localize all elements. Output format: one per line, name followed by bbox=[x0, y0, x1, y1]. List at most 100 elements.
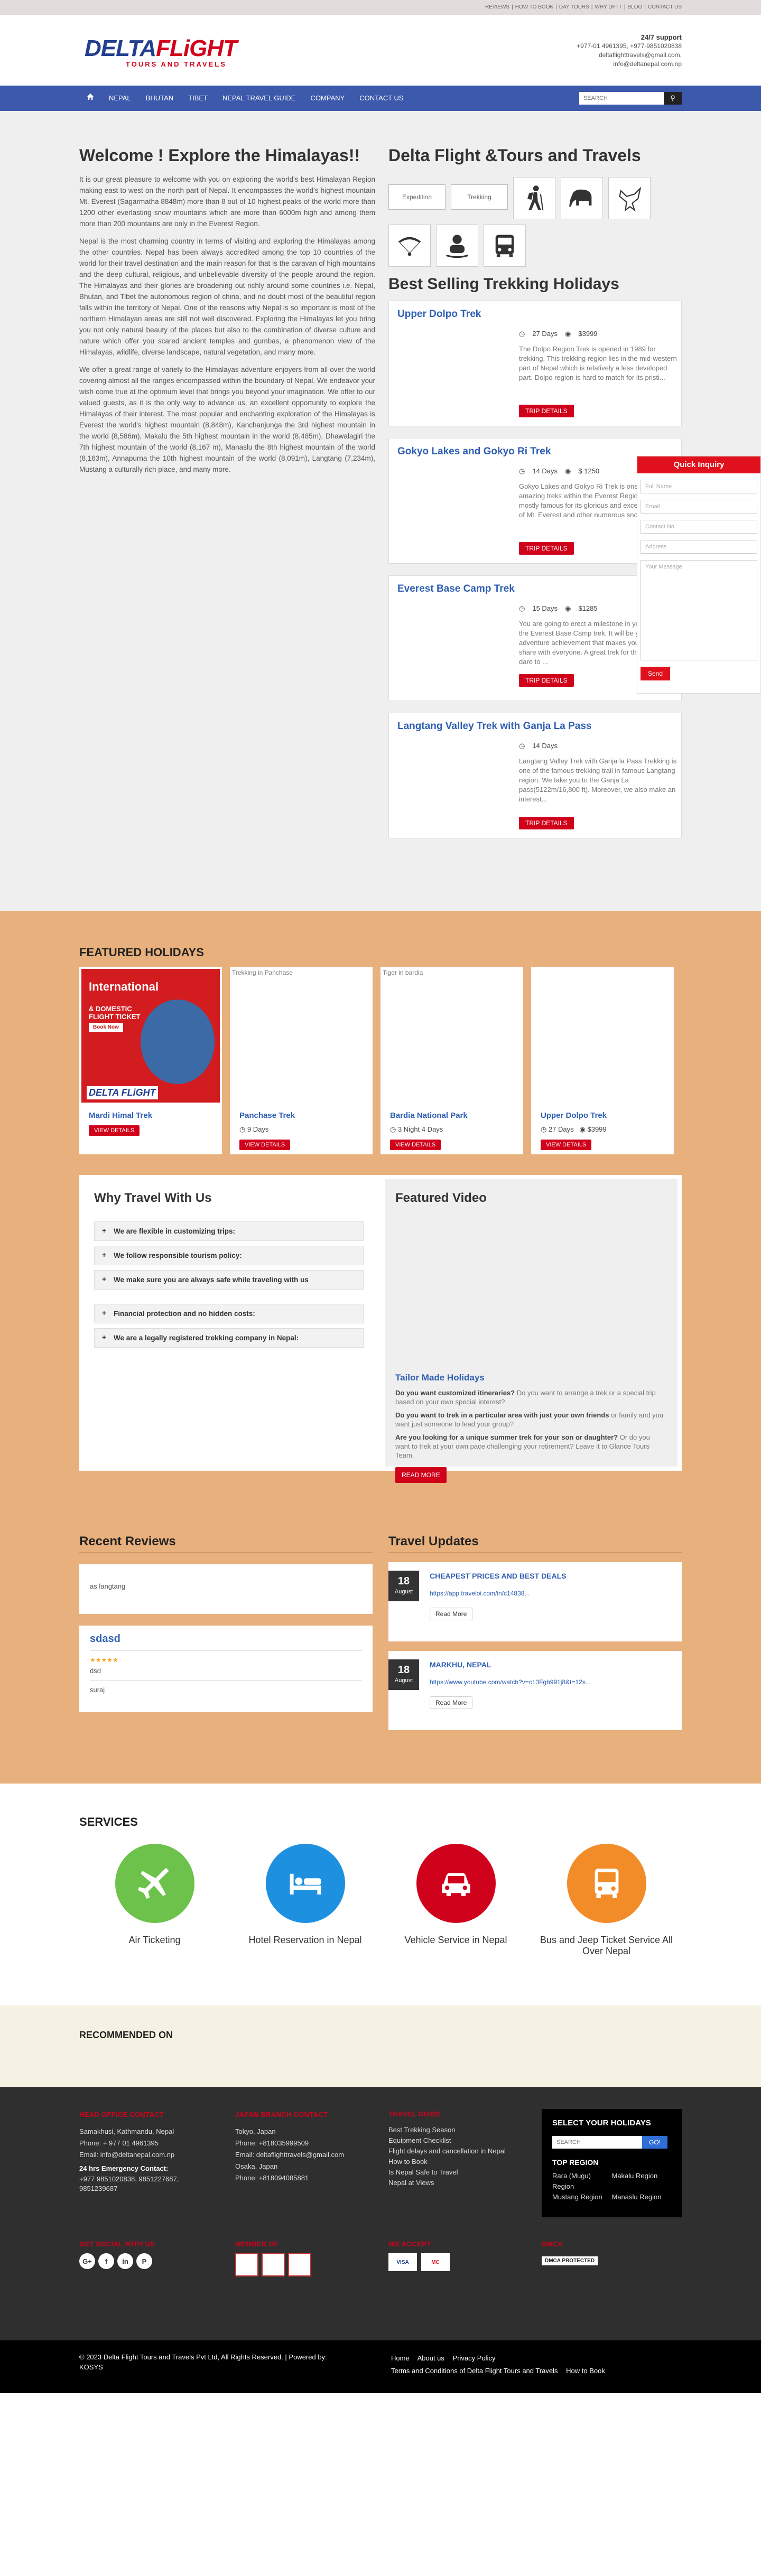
message-field[interactable]: Your Message bbox=[641, 560, 757, 660]
holiday-search-input[interactable] bbox=[552, 2136, 642, 2149]
bottom-link-privacy[interactable]: Privacy Policy bbox=[453, 2354, 496, 2362]
service-air-ticketing[interactable]: Air Ticketing bbox=[79, 1844, 230, 1957]
dmca-badge[interactable]: DMCA PROTECTED bbox=[542, 2256, 598, 2265]
bottom-link-about[interactable]: About us bbox=[417, 2354, 444, 2362]
trek-image[interactable] bbox=[397, 605, 519, 690]
service-hotel[interactable]: Hotel Reservation in Nepal bbox=[230, 1844, 380, 1957]
featured-name[interactable]: Panchase Trek bbox=[239, 1111, 295, 1120]
featured-image[interactable]: Trekking in Panchase bbox=[230, 967, 373, 1102]
update-link[interactable]: https://www.youtube.com/watch?v=c13Fgb99… bbox=[430, 1678, 604, 1686]
head-office-email[interactable]: Email: info@deltanepal.com.np bbox=[79, 2149, 217, 2161]
region-link[interactable]: Rara (Mugu) Region bbox=[552, 2171, 612, 2192]
bus-icon[interactable] bbox=[484, 225, 526, 267]
nav-item-nepal[interactable]: NEPAL bbox=[101, 86, 138, 111]
branch-line[interactable]: Email: deltaflighttravels@gmail.com bbox=[235, 2149, 373, 2161]
pinterest-icon[interactable]: P bbox=[136, 2253, 152, 2269]
featured-image[interactable]: International & DOMESTIC FLIGHT TICKET Bo… bbox=[79, 967, 222, 1103]
update-link[interactable]: https://app.traveloi.com/in/c14838... bbox=[430, 1590, 604, 1597]
rafting-icon[interactable] bbox=[436, 225, 478, 267]
nav-item-bhutan[interactable]: BHUTAN bbox=[138, 86, 181, 111]
guide-link[interactable]: Equipment Checklist bbox=[388, 2135, 531, 2146]
trek-title[interactable]: Everest Base Camp Trek bbox=[397, 583, 673, 595]
top-link-contact[interactable]: CONTACT US bbox=[648, 4, 682, 10]
nav-item-tibet[interactable]: TIBET bbox=[181, 86, 215, 111]
trip-details-button[interactable]: TRIP DETAILS bbox=[519, 817, 574, 829]
featured-image[interactable] bbox=[531, 967, 674, 1102]
member-logo[interactable] bbox=[262, 2253, 285, 2276]
trek-image[interactable] bbox=[397, 468, 519, 553]
nav-item-contact[interactable]: CONTACT US bbox=[352, 86, 411, 111]
hiker-icon[interactable] bbox=[513, 177, 555, 219]
guide-link[interactable]: How to Book bbox=[388, 2157, 531, 2167]
why-item[interactable]: We are a legally registered trekking com… bbox=[94, 1328, 364, 1348]
update-title[interactable]: MARKHU, NEPAL bbox=[430, 1660, 491, 1669]
region-link[interactable]: Makalu Region bbox=[612, 2171, 672, 2192]
trip-details-button[interactable]: TRIP DETAILS bbox=[519, 674, 574, 687]
bottom-link-terms[interactable]: Terms and Conditions of Delta Flight Tou… bbox=[391, 2367, 558, 2375]
member-logo[interactable] bbox=[288, 2253, 311, 2276]
why-item[interactable]: We are flexible in customizing trips: bbox=[94, 1221, 364, 1241]
search-button[interactable]: ⚲ bbox=[664, 92, 682, 105]
support-email-2[interactable]: info@deltanepal.com.np bbox=[577, 60, 682, 69]
trek-title[interactable]: Langtang Valley Trek with Ganja La Pass bbox=[397, 721, 673, 732]
why-item[interactable]: We follow responsible tourism policy: bbox=[94, 1246, 364, 1265]
trek-title[interactable]: Gokyo Lakes and Gokyo Ri Trek bbox=[397, 446, 673, 458]
guide-link[interactable]: Best Trekking Season bbox=[388, 2125, 531, 2135]
guide-link[interactable]: Is Nepal Safe to Travel bbox=[388, 2167, 531, 2178]
linkedin-icon[interactable]: in bbox=[117, 2253, 133, 2269]
why-item[interactable]: Financial protection and no hidden costs… bbox=[94, 1304, 364, 1323]
nav-home-icon[interactable] bbox=[79, 86, 101, 111]
expedition-image[interactable]: Expedition bbox=[388, 184, 446, 210]
update-title[interactable]: CHEAPEST PRICES AND BEST DEALS bbox=[430, 1572, 567, 1580]
trip-details-button[interactable]: TRIP DETAILS bbox=[519, 542, 574, 555]
address-field[interactable]: Address bbox=[641, 540, 757, 554]
featured-name[interactable]: Bardia National Park bbox=[390, 1111, 468, 1120]
tiger-icon[interactable] bbox=[608, 177, 651, 219]
trek-image[interactable] bbox=[397, 331, 519, 415]
guide-link[interactable]: Flight delays and cancellation in Nepal bbox=[388, 2146, 531, 2157]
contact-field[interactable]: Contact No. bbox=[641, 520, 757, 534]
read-more-button[interactable]: Read More bbox=[430, 1696, 473, 1709]
full-name-field[interactable]: Full Name bbox=[641, 480, 757, 493]
powered-by-link[interactable]: KOSYS bbox=[79, 2363, 103, 2371]
view-details-button[interactable]: VIEW DETAILS bbox=[390, 1140, 441, 1150]
service-vehicle[interactable]: Vehicle Service in Nepal bbox=[380, 1844, 531, 1957]
top-link-how-to-book[interactable]: HOW TO BOOK bbox=[515, 4, 553, 10]
bottom-link-how-to-book[interactable]: How to Book bbox=[566, 2367, 605, 2375]
trip-details-button[interactable]: TRIP DETAILS bbox=[519, 405, 574, 417]
region-link[interactable]: Manaslu Region bbox=[612, 2192, 672, 2202]
nav-item-guide[interactable]: NEPAL TRAVEL GUIDE bbox=[215, 86, 303, 111]
view-details-button[interactable]: VIEW DETAILS bbox=[89, 1125, 140, 1136]
facebook-icon[interactable]: f bbox=[98, 2253, 114, 2269]
google-plus-icon[interactable]: G+ bbox=[79, 2253, 95, 2269]
featured-name[interactable]: Upper Dolpo Trek bbox=[541, 1111, 607, 1120]
top-link-day-tours[interactable]: DAY TOURS bbox=[559, 4, 589, 10]
view-details-button[interactable]: VIEW DETAILS bbox=[541, 1140, 592, 1150]
support-email-1[interactable]: deltaflighttravels@gmail.com, bbox=[577, 51, 682, 60]
go-button[interactable]: GO! bbox=[642, 2136, 667, 2149]
top-link-why[interactable]: WHY DFTT bbox=[595, 4, 621, 10]
service-bus-jeep[interactable]: Bus and Jeep Ticket Service All Over Nep… bbox=[531, 1844, 682, 1957]
top-link-reviews[interactable]: REVIEWS bbox=[485, 4, 509, 10]
search-input[interactable] bbox=[579, 92, 664, 105]
read-more-button[interactable]: Read More bbox=[430, 1608, 473, 1620]
elephant-icon[interactable] bbox=[561, 177, 603, 219]
nav-item-company[interactable]: COMPANY bbox=[303, 86, 352, 111]
send-button[interactable]: Send bbox=[641, 667, 671, 680]
trekking-image[interactable]: Trekking bbox=[451, 184, 508, 210]
featured-name[interactable]: Mardi Himal Trek bbox=[89, 1111, 152, 1120]
member-logo[interactable] bbox=[235, 2253, 258, 2276]
logo[interactable]: DELTAFLiGHT TOURS AND TRAVELS bbox=[85, 37, 238, 74]
top-link-blog[interactable]: BLOG bbox=[628, 4, 643, 10]
email-field[interactable]: Email bbox=[641, 500, 757, 514]
bottom-link-home[interactable]: Home bbox=[391, 2354, 410, 2362]
view-details-button[interactable]: VIEW DETAILS bbox=[239, 1140, 291, 1150]
featured-image[interactable]: Tiger in bardia bbox=[380, 967, 523, 1102]
guide-link[interactable]: Nepal at Views bbox=[388, 2178, 531, 2188]
region-link[interactable]: Mustang Region bbox=[552, 2192, 612, 2202]
why-item[interactable]: We make sure you are always safe while t… bbox=[94, 1270, 364, 1290]
paraglider-icon[interactable] bbox=[388, 225, 431, 267]
read-more-button[interactable]: READ MORE bbox=[395, 1467, 447, 1483]
trek-image[interactable] bbox=[397, 743, 519, 827]
trek-title[interactable]: Upper Dolpo Trek bbox=[397, 309, 673, 320]
